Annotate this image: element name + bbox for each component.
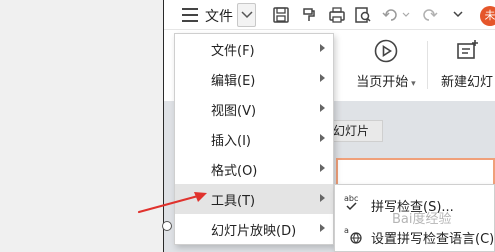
red-annotation-arrow: [137, 192, 207, 214]
